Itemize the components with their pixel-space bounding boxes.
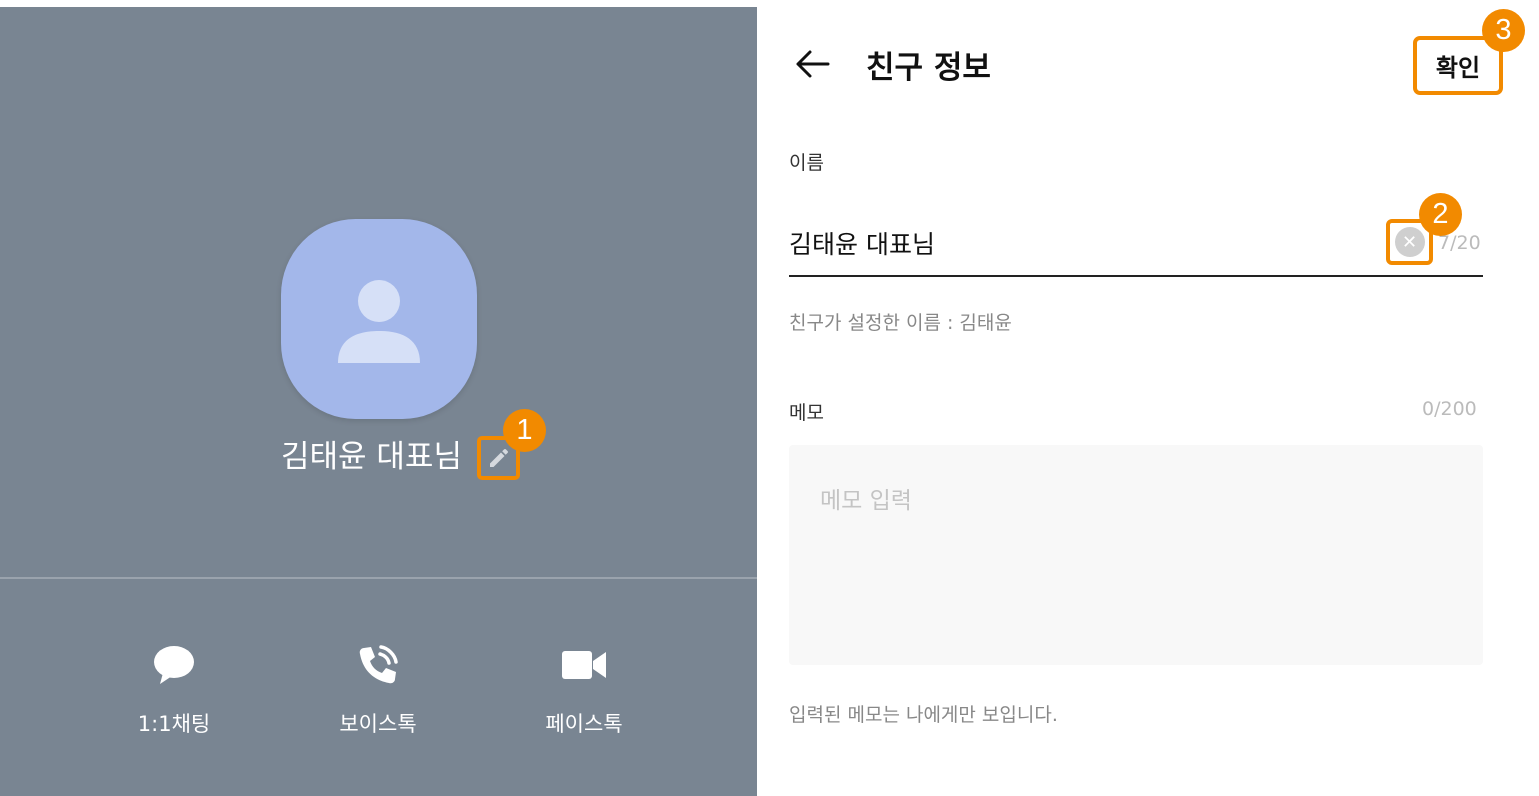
- clear-x-icon: ✕: [1394, 227, 1425, 257]
- back-button[interactable]: [793, 44, 833, 84]
- avatar[interactable]: [281, 219, 477, 419]
- memo-input[interactable]: [789, 445, 1483, 665]
- profile-name: 김태윤 대표님: [281, 439, 462, 475]
- step-badge-1: 1: [503, 409, 546, 452]
- pencil-icon: [489, 449, 508, 467]
- memo-privacy-hint: 입력된 메모는 나에게만 보입니다.: [789, 704, 1058, 726]
- step-badge-2: 2: [1419, 193, 1462, 236]
- chat-bubble-icon: [154, 646, 194, 684]
- voicetalk-action-button[interactable]: 보이스톡: [308, 630, 448, 738]
- chat-action-label: 1:1채팅: [137, 712, 211, 736]
- facetalk-action-button[interactable]: 페이스톡: [514, 630, 654, 738]
- memo-char-counter: 0/200: [1422, 398, 1477, 420]
- video-camera-icon: [562, 651, 606, 679]
- name-input[interactable]: [789, 222, 1369, 264]
- voicetalk-action-label: 보이스톡: [339, 712, 417, 736]
- page-title: 친구 정보: [866, 50, 991, 86]
- name-input-underline: [789, 275, 1483, 277]
- person-silhouette-icon: [338, 280, 420, 363]
- chat-action-button[interactable]: 1:1채팅: [104, 630, 244, 738]
- memo-field-label: 메모: [789, 402, 824, 424]
- step-badge-3: 3: [1482, 9, 1525, 52]
- facetalk-action-label: 페이스톡: [545, 712, 623, 736]
- phone-call-icon: [359, 645, 398, 684]
- arrow-left-icon: [796, 50, 830, 78]
- name-field-label: 이름: [789, 152, 824, 174]
- friend-set-name-hint: 친구가 설정한 이름 : 김태윤: [789, 312, 1012, 334]
- profile-divider: [0, 577, 757, 579]
